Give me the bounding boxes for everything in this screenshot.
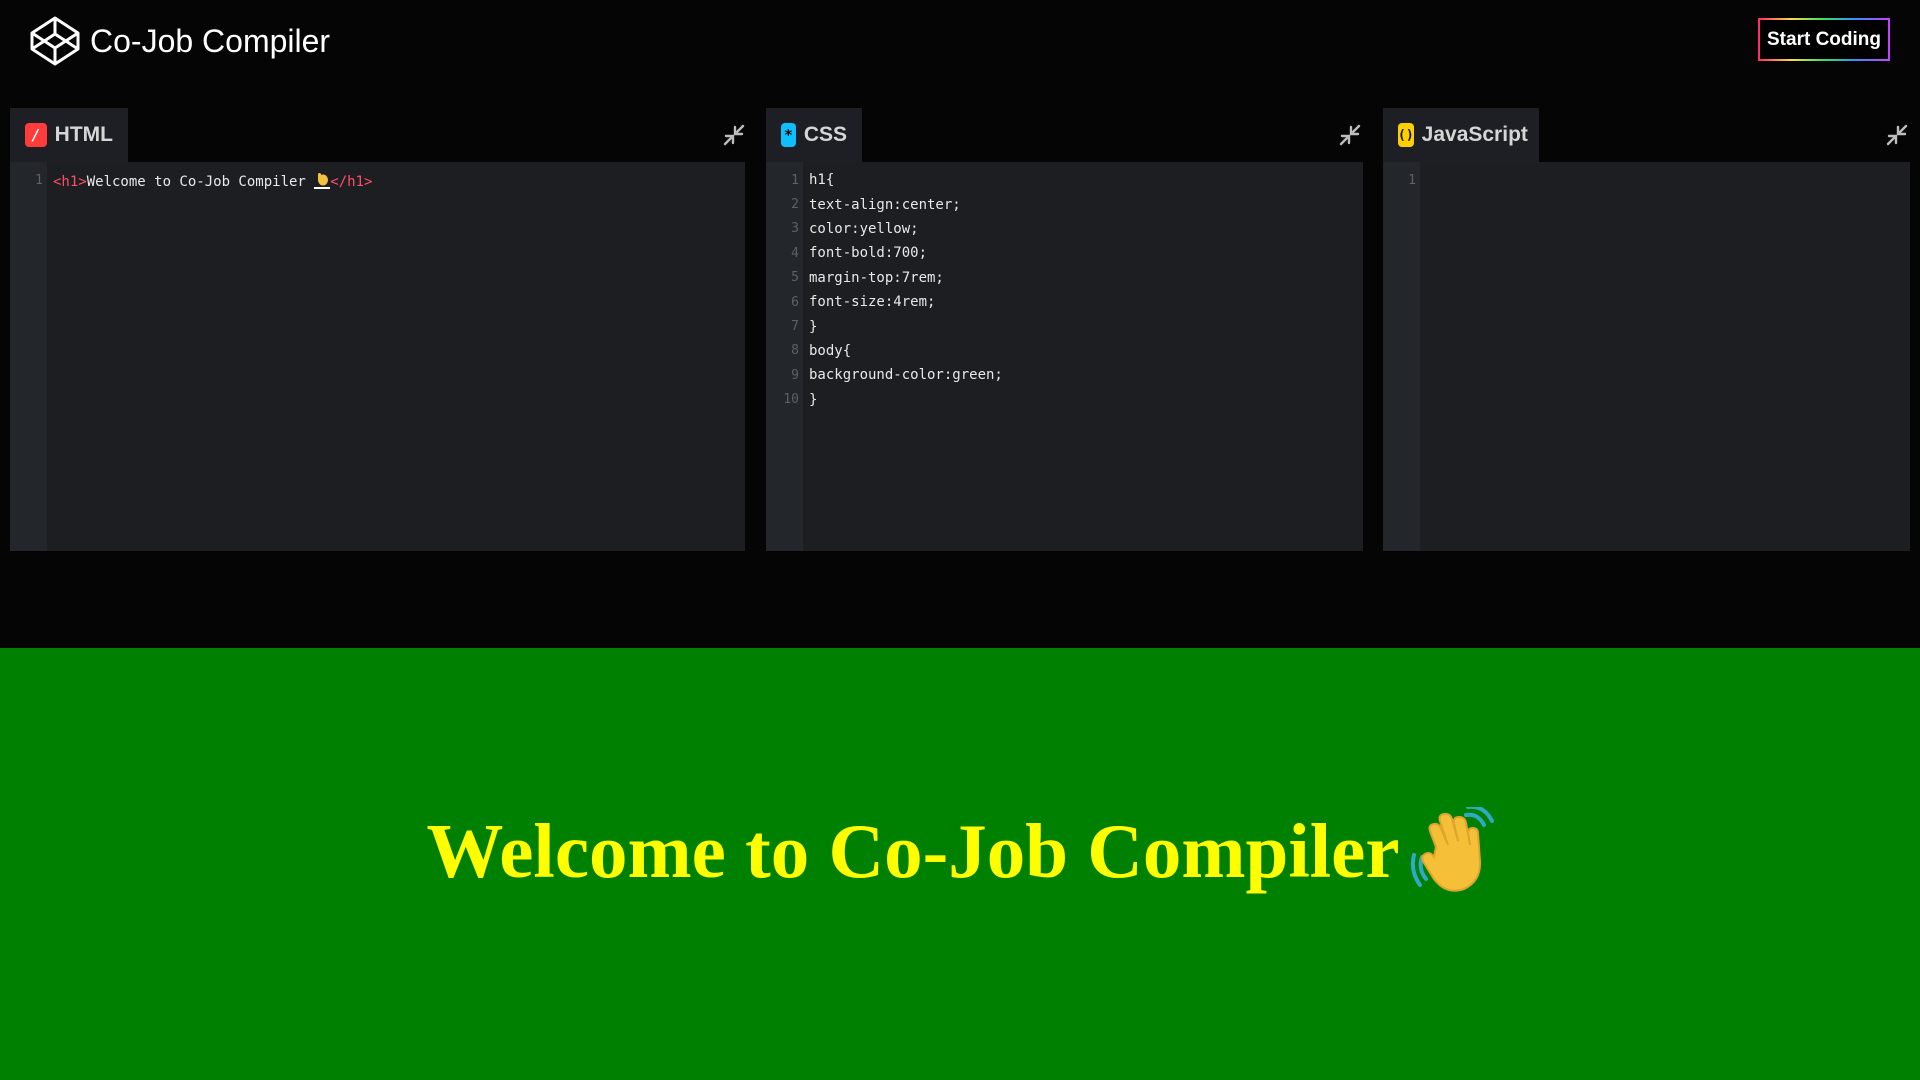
top-bar: Co-Job Compiler Start Coding: [0, 0, 1920, 84]
line-gutter: [10, 162, 47, 551]
code-text: }: [809, 318, 818, 335]
close-tag: </h1>: [330, 173, 373, 190]
line-number: 3: [791, 221, 799, 237]
line-number: 2: [791, 197, 799, 213]
line-number: 7: [791, 319, 799, 335]
tab-label: CSS: [803, 123, 847, 146]
code-text: color:yellow;: [809, 220, 919, 237]
code-line: 5 margin-top:7rem;: [766, 266, 1363, 290]
code-line: 1 <h1>Welcome to Co-Job Compiler </h1>: [10, 168, 745, 192]
css-icon: *: [781, 123, 796, 147]
js-icon: (): [1398, 123, 1414, 147]
code-text: text-align:center;: [809, 196, 961, 213]
tag-content: Welcome to Co-Job Compiler: [86, 173, 315, 190]
code-line: 10}: [766, 388, 1363, 412]
collapse-icon[interactable]: [1884, 122, 1910, 148]
open-tag: <h1>: [53, 173, 87, 190]
preview-heading-text: Welcome to Co-Job Compiler: [426, 808, 1400, 894]
code-line: 3 color:yellow;: [766, 217, 1363, 241]
code-line: 4 font-bold:700;: [766, 241, 1363, 265]
code-line: 1 h1{: [766, 168, 1363, 192]
html-editor-panel: / HTML 1 <h1>Welcome to Co-Job Compiler …: [10, 108, 745, 551]
css-code-editor[interactable]: 1 h1{ 2 text-align:center; 3 color:yellow; 4 fo…: [766, 162, 1363, 551]
preview-pane: Welcome to Co-Job Compiler: [0, 648, 1920, 1080]
tab-javascript[interactable]: () JavaScript: [1383, 108, 1539, 162]
html-icon: /: [25, 123, 47, 147]
code-text: body{: [809, 342, 852, 359]
tab-label: HTML: [54, 123, 113, 146]
line-number: 9: [791, 367, 799, 383]
code-text: font-size:4rem;: [809, 294, 936, 311]
waving-hand-icon: [314, 172, 331, 189]
code-line: 9 background-color:green;: [766, 363, 1363, 387]
line-number: 10: [783, 392, 799, 408]
code-line: 8 body{: [766, 339, 1363, 363]
css-editor-panel: * CSS 1 h1{ 2 text-align:center; 3 color:yell…: [766, 108, 1363, 551]
line-number: 8: [791, 343, 799, 359]
line-number: 1: [1408, 172, 1416, 188]
line-gutter: [1383, 162, 1420, 551]
code-line: 7}: [766, 314, 1363, 338]
line-number: 1: [791, 172, 799, 188]
collapse-icon[interactable]: [1337, 122, 1363, 148]
preview-heading: Welcome to Co-Job Compiler: [0, 806, 1920, 896]
editor-row: / HTML 1 <h1>Welcome to Co-Job Compiler …: [0, 108, 1920, 551]
codepen-logo-icon[interactable]: [29, 15, 81, 67]
code-text: margin-top:7rem;: [809, 269, 944, 286]
start-coding-button[interactable]: Start Coding: [1758, 18, 1890, 61]
js-code-editor[interactable]: 1: [1383, 162, 1910, 551]
code-line: 1: [1383, 168, 1910, 192]
line-number: 1: [35, 172, 43, 188]
code-text: background-color:green;: [809, 367, 1003, 384]
line-number: 6: [791, 294, 799, 310]
js-editor-panel: () JavaScript 1: [1383, 108, 1910, 551]
waving-hand-icon: [1410, 807, 1494, 892]
code-text: <h1>Welcome to Co-Job Compiler </h1>: [53, 171, 372, 190]
collapse-icon[interactable]: [721, 122, 747, 148]
tab-label: JavaScript: [1421, 123, 1528, 146]
code-line: 2 text-align:center;: [766, 192, 1363, 216]
code-line: 6 font-size:4rem;: [766, 290, 1363, 314]
code-text: font-bold:700;: [809, 245, 928, 262]
line-number: 4: [791, 245, 799, 261]
code-text: }: [809, 391, 818, 408]
line-number: 5: [791, 270, 799, 286]
tab-html[interactable]: / HTML: [10, 108, 128, 162]
html-code-editor[interactable]: 1 <h1>Welcome to Co-Job Compiler </h1>: [10, 162, 745, 551]
tab-css[interactable]: * CSS: [766, 108, 862, 162]
code-text: h1{: [809, 172, 835, 189]
app-title: Co-Job Compiler: [90, 23, 331, 59]
